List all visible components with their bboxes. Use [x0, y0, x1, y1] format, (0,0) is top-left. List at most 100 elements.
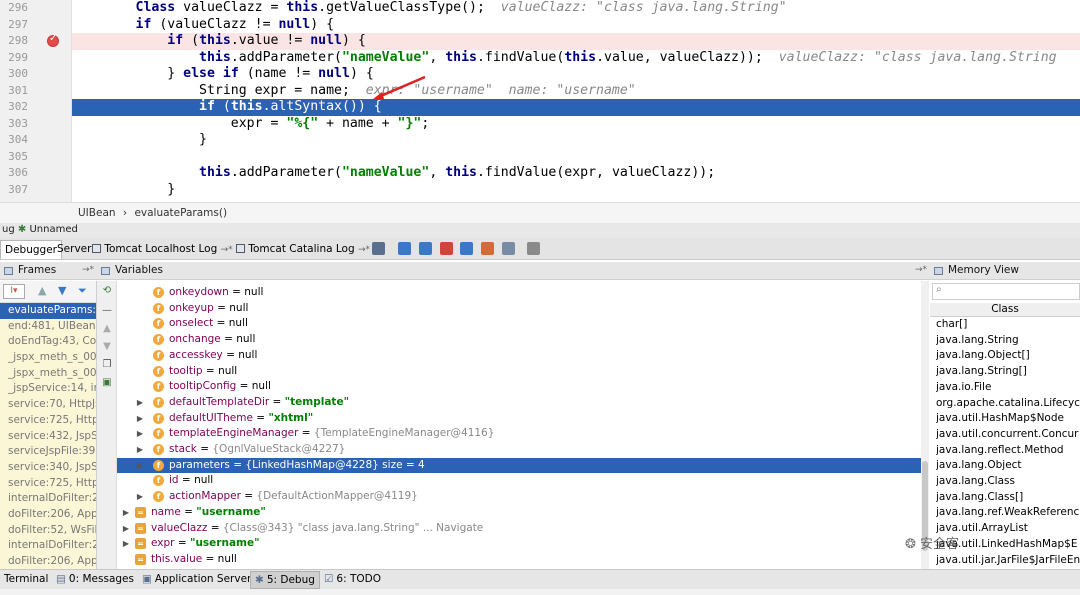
- frame-item[interactable]: doEndTag:43, Com: [0, 334, 96, 351]
- variable-row[interactable]: = this.value = null: [117, 552, 928, 568]
- memory-class-row[interactable]: char[]: [936, 317, 1080, 333]
- bottom-tab[interactable]: Terminal: [0, 571, 52, 589]
- variable-row[interactable]: ▶ f defaultUITheme = "xhtml": [117, 411, 928, 427]
- pin-icon[interactable]: →*: [915, 262, 927, 279]
- pin-icon[interactable]: →*: [221, 245, 233, 255]
- variable-row[interactable]: f onkeydown = null: [117, 285, 928, 301]
- expand-chevron-icon[interactable]: ▶: [121, 536, 131, 552]
- bottom-tab[interactable]: ✱ 5: Debug: [250, 571, 320, 589]
- variable-row[interactable]: ▶ f templateEngineManager = {TemplateEngin…: [117, 426, 928, 442]
- memory-class-row[interactable]: java.lang.String[]: [936, 364, 1080, 380]
- frame-item[interactable]: service:340, JspSe: [0, 459, 96, 476]
- step-out-icon[interactable]: [460, 242, 473, 255]
- variable-row[interactable]: ▶ f defaultTemplateDir = "template": [117, 395, 928, 411]
- watches-icon[interactable]: ▣: [101, 377, 113, 389]
- tab-tomcat-catalina-log[interactable]: Tomcat Catalina Log →* ×: [232, 240, 386, 259]
- drop-frame-icon[interactable]: [481, 242, 494, 255]
- memory-class-row[interactable]: java.lang.Object[]: [936, 348, 1080, 364]
- memory-class-row[interactable]: java.lang.Object: [936, 458, 1080, 474]
- bottom-tab[interactable]: ▣ Application Servers: [138, 571, 261, 589]
- variables-scrollbar[interactable]: [921, 281, 929, 569]
- variable-row[interactable]: ▶ = expr = "username": [117, 536, 928, 552]
- variables-tree[interactable]: f onkeydown = null f onkeyup = null f onselec…: [117, 281, 929, 569]
- variable-row[interactable]: ▶ f actionMapper = {DefaultActionMapper@41…: [117, 489, 928, 505]
- frame-item[interactable]: service:432, JspSe: [0, 428, 96, 445]
- memory-class-row[interactable]: java.lang.ref.WeakReferenc: [936, 505, 1080, 521]
- code-editor[interactable]: 296 297 298 299 300 301 302 303 304 305 306 307 Cla…: [0, 0, 1080, 202]
- frame-item[interactable]: service:725, HttpS: [0, 412, 96, 429]
- expand-chevron-icon[interactable]: ▶: [135, 426, 145, 442]
- memory-class-row[interactable]: java.util.HashMap$Node: [936, 411, 1080, 427]
- variable-row[interactable]: f accesskey = null: [117, 348, 928, 364]
- variable-row[interactable]: f onkeyup = null: [117, 301, 928, 317]
- frame-item[interactable]: service:725, HttpS: [0, 475, 96, 492]
- step-into-icon[interactable]: [419, 242, 432, 255]
- debug-config-name[interactable]: Unnamed: [29, 224, 77, 235]
- frame-item[interactable]: service:70, HttpJsp: [0, 397, 96, 413]
- memory-class-row[interactable]: java.lang.Class: [936, 474, 1080, 490]
- expand-chevron-icon[interactable]: ▶: [135, 411, 145, 427]
- code-line[interactable]: } else if (name != null) {: [72, 66, 1080, 83]
- bottom-tab[interactable]: ☑ 6: TODO: [320, 571, 385, 589]
- expand-chevron-icon[interactable]: ▶: [135, 395, 145, 411]
- breadcrumb-method[interactable]: evaluateParams(): [134, 207, 227, 219]
- step-over-icon[interactable]: [398, 242, 411, 255]
- frame-item[interactable]: _jspService:14, ind: [0, 381, 96, 398]
- variable-row[interactable]: ▶ = name = "username": [117, 505, 928, 521]
- frame-item[interactable]: serviceJspFile:396,: [0, 444, 96, 460]
- variable-row[interactable]: ▶ f stack = {OgnlValueStack@4227}: [117, 442, 928, 458]
- expand-chevron-icon[interactable]: ▶: [135, 442, 145, 458]
- frame-item[interactable]: doFilter:206, Appli: [0, 554, 96, 569]
- evaluate-expression-icon[interactable]: [527, 242, 540, 255]
- frame-item[interactable]: doFilter:206, Appli: [0, 506, 96, 523]
- code-line[interactable]: if (valueClazz != null) {: [72, 17, 1080, 34]
- show-execution-point-icon[interactable]: [372, 242, 385, 255]
- expand-chevron-icon[interactable]: ▶: [135, 489, 145, 505]
- variable-row[interactable]: ▶ f parameters = {LinkedHashMap@4228} size…: [117, 457, 928, 474]
- expand-chevron-icon[interactable]: ▶: [121, 505, 131, 521]
- code-line[interactable]: if (this.value != null) {: [72, 33, 1080, 50]
- tab-tomcat-localhost-log[interactable]: Tomcat Localhost Log →* ×: [88, 240, 249, 259]
- thread-filter-icon[interactable]: I▾: [3, 284, 25, 299]
- move-down-icon[interactable]: ▼: [101, 341, 113, 353]
- code-line[interactable]: if (this.altSyntax()) {: [72, 99, 1080, 116]
- code-line[interactable]: [72, 149, 1080, 166]
- variable-row[interactable]: f id = null: [117, 473, 928, 489]
- memory-class-row[interactable]: java.util.jar.JarFile$JarFileEn: [936, 553, 1080, 569]
- frame-item[interactable]: internalDoFilter:29: [0, 491, 96, 507]
- variable-row[interactable]: f tooltipConfig = null: [117, 379, 928, 395]
- memory-class-row[interactable]: java.io.File: [936, 380, 1080, 396]
- remove-watch-icon[interactable]: —: [101, 305, 113, 317]
- pin-icon[interactable]: →*: [358, 245, 370, 255]
- code-line[interactable]: String expr = name; expr: "username" nam…: [72, 83, 1080, 100]
- memory-class-column-header[interactable]: Class: [930, 303, 1080, 317]
- memory-search-input[interactable]: ⌕: [932, 283, 1080, 300]
- frame-item[interactable]: doFilter:52, WsFilt: [0, 522, 96, 539]
- up-arrow-icon[interactable]: ▲: [38, 284, 46, 297]
- code-line[interactable]: this.addParameter("nameValue", this.find…: [72, 50, 1080, 67]
- memory-class-row[interactable]: java.lang.String: [936, 333, 1080, 349]
- frame-item[interactable]: evaluateParams:71: [0, 303, 96, 319]
- code-line[interactable]: }: [72, 132, 1080, 149]
- frame-item[interactable]: _jspx_meth_s_005f: [0, 365, 96, 382]
- expand-chevron-icon[interactable]: ▶: [121, 521, 131, 537]
- code-line[interactable]: this.addParameter("nameValue", this.find…: [72, 165, 1080, 182]
- memory-class-row[interactable]: java.lang.Class[]: [936, 490, 1080, 506]
- pin-icon[interactable]: →*: [82, 262, 94, 279]
- editor-gutter[interactable]: 296 297 298 299 300 301 302 303 304 305 306 307: [0, 0, 72, 202]
- breadcrumb-class[interactable]: UIBean: [78, 207, 116, 219]
- frame-item[interactable]: internalDoFilter:23: [0, 538, 96, 554]
- filter-icon[interactable]: ⏷: [78, 284, 87, 298]
- variable-row[interactable]: f tooltip = null: [117, 364, 928, 380]
- variable-row[interactable]: f onchange = null: [117, 332, 928, 348]
- breakpoint-icon[interactable]: [47, 33, 59, 47]
- force-step-into-icon[interactable]: [440, 242, 453, 255]
- frame-item[interactable]: _jspx_meth_s_005f: [0, 350, 96, 366]
- move-up-icon[interactable]: ▲: [101, 323, 113, 335]
- frame-item[interactable]: end:481, UIBean (c: [0, 318, 96, 335]
- memory-class-row[interactable]: org.apache.catalina.Lifecycl: [936, 396, 1080, 412]
- variable-row[interactable]: ▶ = valueClazz = {Class@343} "class java.l…: [117, 521, 928, 537]
- code-line[interactable]: Class valueClazz = this.getValueClassTyp…: [72, 0, 1080, 17]
- new-watch-icon[interactable]: ⟲: [101, 285, 113, 297]
- down-arrow-icon[interactable]: ▼: [58, 284, 66, 297]
